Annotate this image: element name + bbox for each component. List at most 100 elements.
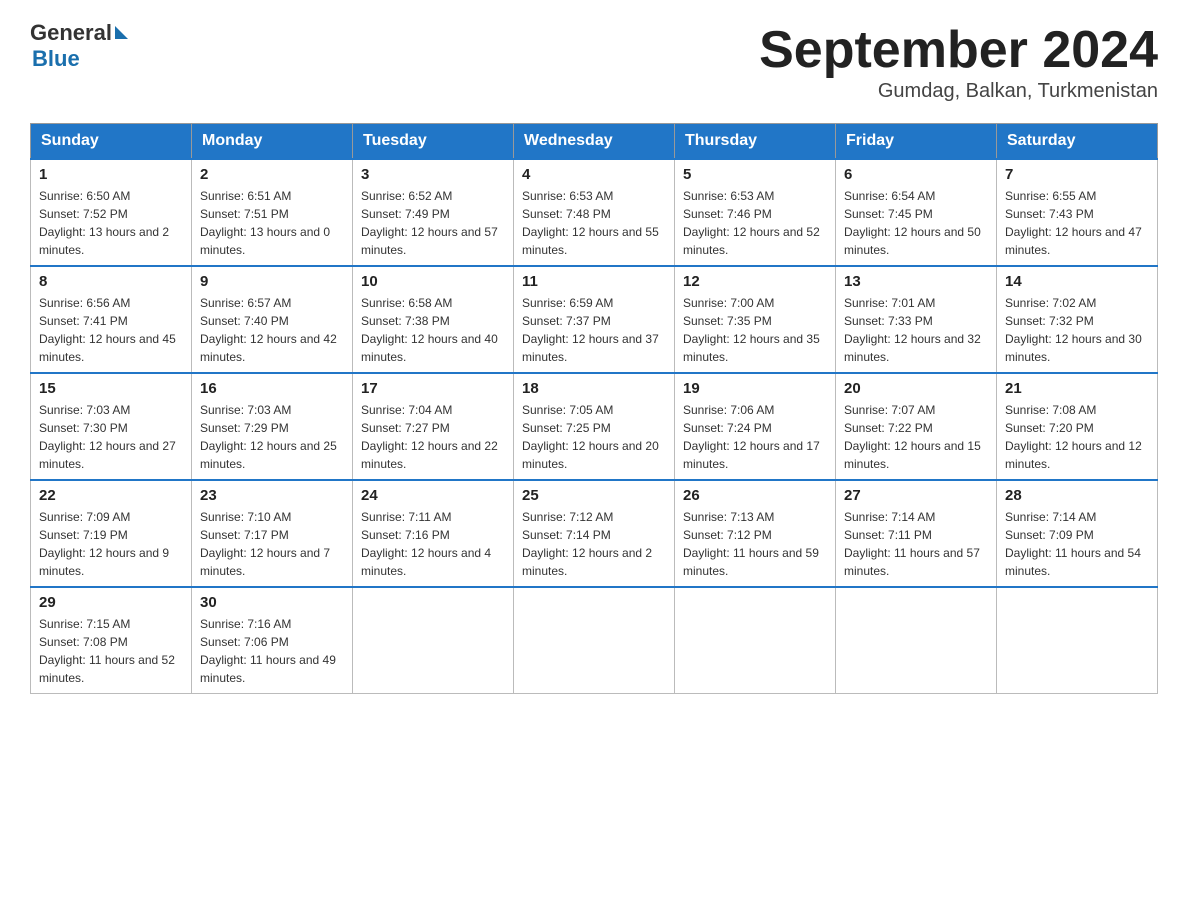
month-title: September 2024	[759, 20, 1158, 80]
page-header: General Blue September 2024 Gumdag, Balk…	[30, 20, 1158, 103]
day-number: 27	[844, 487, 988, 504]
calendar-cell: 20 Sunrise: 7:07 AMSunset: 7:22 PMDayligh…	[836, 373, 997, 480]
calendar-cell: 30 Sunrise: 7:16 AMSunset: 7:06 PMDayligh…	[192, 587, 353, 694]
day-info: Sunrise: 7:09 AMSunset: 7:19 PMDaylight:…	[39, 508, 183, 580]
day-number: 7	[1005, 166, 1149, 183]
calendar-cell: 17 Sunrise: 7:04 AMSunset: 7:27 PMDayligh…	[353, 373, 514, 480]
title-section: September 2024 Gumdag, Balkan, Turkmenis…	[759, 20, 1158, 103]
calendar-cell: 12 Sunrise: 7:00 AMSunset: 7:35 PMDayligh…	[675, 266, 836, 373]
day-number: 2	[200, 166, 344, 183]
calendar-cell: 2 Sunrise: 6:51 AMSunset: 7:51 PMDaylight…	[192, 159, 353, 266]
calendar-cell: 9 Sunrise: 6:57 AMSunset: 7:40 PMDaylight…	[192, 266, 353, 373]
weekday-header-row: SundayMondayTuesdayWednesdayThursdayFrid…	[31, 124, 1158, 160]
logo-text-general: General	[30, 20, 112, 46]
day-number: 17	[361, 380, 505, 397]
day-number: 11	[522, 273, 666, 290]
day-info: Sunrise: 7:12 AMSunset: 7:14 PMDaylight:…	[522, 508, 666, 580]
day-info: Sunrise: 6:59 AMSunset: 7:37 PMDaylight:…	[522, 294, 666, 366]
day-info: Sunrise: 7:07 AMSunset: 7:22 PMDaylight:…	[844, 401, 988, 473]
day-number: 20	[844, 380, 988, 397]
calendar-cell: 29 Sunrise: 7:15 AMSunset: 7:08 PMDayligh…	[31, 587, 192, 694]
calendar-cell: 11 Sunrise: 6:59 AMSunset: 7:37 PMDayligh…	[514, 266, 675, 373]
calendar-table: SundayMondayTuesdayWednesdayThursdayFrid…	[30, 123, 1158, 694]
day-info: Sunrise: 6:55 AMSunset: 7:43 PMDaylight:…	[1005, 187, 1149, 259]
day-info: Sunrise: 6:52 AMSunset: 7:49 PMDaylight:…	[361, 187, 505, 259]
day-number: 19	[683, 380, 827, 397]
calendar-cell: 22Sunrise: 7:09 AMSunset: 7:19 PMDayligh…	[31, 480, 192, 587]
calendar-cell: 23Sunrise: 7:10 AMSunset: 7:17 PMDayligh…	[192, 480, 353, 587]
calendar-cell: 27 Sunrise: 7:14 AMSunset: 7:11 PMDayligh…	[836, 480, 997, 587]
calendar-cell: 19 Sunrise: 7:06 AMSunset: 7:24 PMDayligh…	[675, 373, 836, 480]
calendar-cell: 18 Sunrise: 7:05 AMSunset: 7:25 PMDayligh…	[514, 373, 675, 480]
day-number: 25	[522, 487, 666, 504]
calendar-cell: 5 Sunrise: 6:53 AMSunset: 7:46 PMDaylight…	[675, 159, 836, 266]
calendar-cell: 24Sunrise: 7:11 AMSunset: 7:16 PMDayligh…	[353, 480, 514, 587]
calendar-cell: 1 Sunrise: 6:50 AMSunset: 7:52 PMDaylight…	[31, 159, 192, 266]
day-number: 9	[200, 273, 344, 290]
weekday-header-friday: Friday	[836, 124, 997, 160]
day-info: Sunrise: 6:50 AMSunset: 7:52 PMDaylight:…	[39, 187, 183, 259]
day-info: Sunrise: 6:53 AMSunset: 7:46 PMDaylight:…	[683, 187, 827, 259]
day-info: Sunrise: 7:15 AMSunset: 7:08 PMDaylight:…	[39, 615, 183, 687]
calendar-cell: 8 Sunrise: 6:56 AMSunset: 7:41 PMDaylight…	[31, 266, 192, 373]
day-number: 5	[683, 166, 827, 183]
day-info: Sunrise: 7:03 AMSunset: 7:29 PMDaylight:…	[200, 401, 344, 473]
day-info: Sunrise: 7:01 AMSunset: 7:33 PMDaylight:…	[844, 294, 988, 366]
day-number: 8	[39, 273, 183, 290]
day-number: 4	[522, 166, 666, 183]
calendar-cell: 21 Sunrise: 7:08 AMSunset: 7:20 PMDayligh…	[997, 373, 1158, 480]
week-row-1: 1 Sunrise: 6:50 AMSunset: 7:52 PMDaylight…	[31, 159, 1158, 266]
calendar-cell: 13 Sunrise: 7:01 AMSunset: 7:33 PMDayligh…	[836, 266, 997, 373]
day-number: 28	[1005, 487, 1149, 504]
location-text: Gumdag, Balkan, Turkmenistan	[759, 80, 1158, 103]
day-info: Sunrise: 7:04 AMSunset: 7:27 PMDaylight:…	[361, 401, 505, 473]
day-number: 12	[683, 273, 827, 290]
day-info: Sunrise: 7:11 AMSunset: 7:16 PMDaylight:…	[361, 508, 505, 580]
calendar-cell: 15 Sunrise: 7:03 AMSunset: 7:30 PMDayligh…	[31, 373, 192, 480]
calendar-cell	[836, 587, 997, 694]
day-number: 23	[200, 487, 344, 504]
day-info: Sunrise: 7:02 AMSunset: 7:32 PMDaylight:…	[1005, 294, 1149, 366]
day-info: Sunrise: 6:56 AMSunset: 7:41 PMDaylight:…	[39, 294, 183, 366]
day-info: Sunrise: 7:05 AMSunset: 7:25 PMDaylight:…	[522, 401, 666, 473]
day-number: 15	[39, 380, 183, 397]
day-info: Sunrise: 7:06 AMSunset: 7:24 PMDaylight:…	[683, 401, 827, 473]
logo: General Blue	[30, 20, 128, 72]
day-info: Sunrise: 6:57 AMSunset: 7:40 PMDaylight:…	[200, 294, 344, 366]
day-number: 1	[39, 166, 183, 183]
day-number: 6	[844, 166, 988, 183]
day-info: Sunrise: 7:13 AMSunset: 7:12 PMDaylight:…	[683, 508, 827, 580]
day-info: Sunrise: 7:14 AMSunset: 7:11 PMDaylight:…	[844, 508, 988, 580]
day-info: Sunrise: 7:14 AMSunset: 7:09 PMDaylight:…	[1005, 508, 1149, 580]
day-info: Sunrise: 6:53 AMSunset: 7:48 PMDaylight:…	[522, 187, 666, 259]
day-info: Sunrise: 7:00 AMSunset: 7:35 PMDaylight:…	[683, 294, 827, 366]
day-number: 10	[361, 273, 505, 290]
day-number: 13	[844, 273, 988, 290]
day-info: Sunrise: 7:08 AMSunset: 7:20 PMDaylight:…	[1005, 401, 1149, 473]
weekday-header-monday: Monday	[192, 124, 353, 160]
day-number: 26	[683, 487, 827, 504]
calendar-cell: 25 Sunrise: 7:12 AMSunset: 7:14 PMDayligh…	[514, 480, 675, 587]
calendar-cell: 16 Sunrise: 7:03 AMSunset: 7:29 PMDayligh…	[192, 373, 353, 480]
calendar-cell: 14 Sunrise: 7:02 AMSunset: 7:32 PMDayligh…	[997, 266, 1158, 373]
calendar-cell	[514, 587, 675, 694]
week-row-5: 29 Sunrise: 7:15 AMSunset: 7:08 PMDayligh…	[31, 587, 1158, 694]
calendar-cell: 4 Sunrise: 6:53 AMSunset: 7:48 PMDaylight…	[514, 159, 675, 266]
weekday-header-sunday: Sunday	[31, 124, 192, 160]
day-info: Sunrise: 6:51 AMSunset: 7:51 PMDaylight:…	[200, 187, 344, 259]
weekday-header-tuesday: Tuesday	[353, 124, 514, 160]
day-number: 21	[1005, 380, 1149, 397]
day-info: Sunrise: 6:58 AMSunset: 7:38 PMDaylight:…	[361, 294, 505, 366]
calendar-cell: 28 Sunrise: 7:14 AMSunset: 7:09 PMDayligh…	[997, 480, 1158, 587]
day-info: Sunrise: 7:16 AMSunset: 7:06 PMDaylight:…	[200, 615, 344, 687]
day-number: 30	[200, 594, 344, 611]
logo-arrow-icon	[115, 26, 128, 39]
day-info: Sunrise: 7:03 AMSunset: 7:30 PMDaylight:…	[39, 401, 183, 473]
day-number: 29	[39, 594, 183, 611]
day-number: 3	[361, 166, 505, 183]
day-number: 16	[200, 380, 344, 397]
week-row-3: 15 Sunrise: 7:03 AMSunset: 7:30 PMDayligh…	[31, 373, 1158, 480]
day-number: 14	[1005, 273, 1149, 290]
day-number: 18	[522, 380, 666, 397]
calendar-cell: 3 Sunrise: 6:52 AMSunset: 7:49 PMDaylight…	[353, 159, 514, 266]
